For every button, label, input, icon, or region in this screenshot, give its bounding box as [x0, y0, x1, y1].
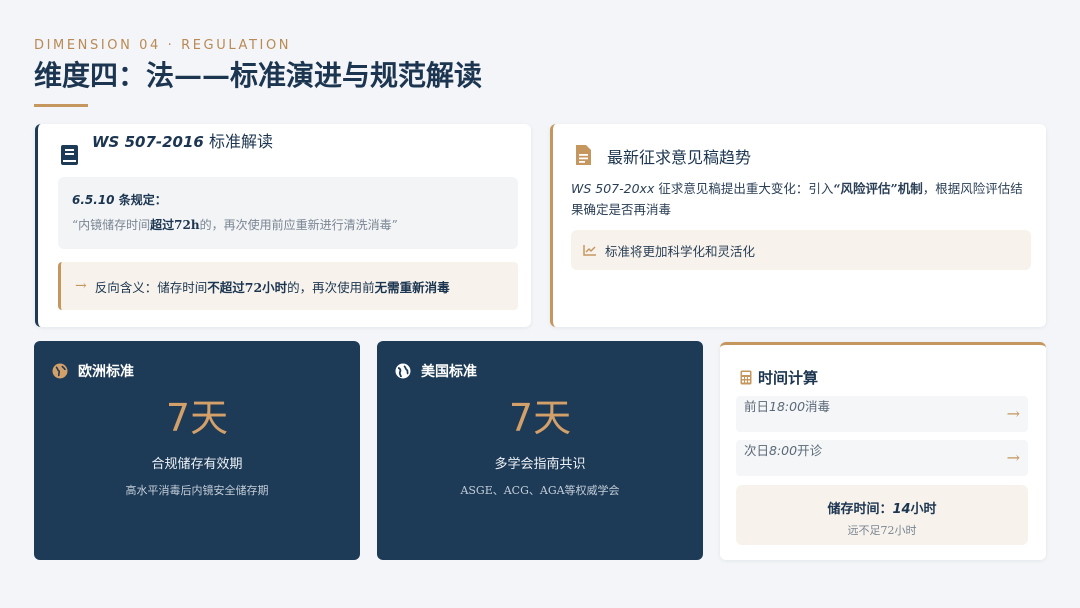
regulation-quote: 6.5.10 条规定： “内镜储存时间超过72h的，再次使用前应重新进行清洗消毒… [58, 177, 518, 249]
globe-icon [52, 363, 68, 379]
calculator-icon [740, 370, 752, 385]
title-underline [34, 104, 88, 107]
document-icon [576, 145, 591, 165]
draft-card-title: 最新征求意见稿趋势 [607, 148, 752, 167]
us-card: 美国标准 7天 多学会指南共识 ASGE、ACG、AGA等权威学会 [377, 341, 703, 560]
storage-time-result: 储存时间：14小时 远不足72小时 [736, 485, 1028, 545]
time-row-label: 前日18:00消毒 [744, 399, 831, 414]
europe-subtitle: 合规储存有效期 [151, 457, 243, 472]
standard-card: WS 507-2016 标准解读 6.5.10 条规定： “内镜储存时间超过72… [35, 124, 531, 327]
us-subtitle: 多学会指南共识 [494, 457, 586, 472]
quote-text: “内镜储存时间超过72h的，再次使用前应重新进行清洗消毒” [72, 218, 398, 232]
europe-value: 7天 [165, 396, 229, 440]
us-card-header: 美国标准 [395, 361, 477, 381]
globe-americas-icon [395, 363, 411, 379]
standard-card-title: WS 507-2016 标准解读 [92, 132, 273, 151]
time-calc-card: 时间计算 前日18:00消毒 → 次日8:00开诊 → 储存时间：14小时 远不… [720, 342, 1046, 560]
europe-card-title: 欧洲标准 [78, 364, 134, 380]
time-calc-title: 时间计算 [758, 369, 819, 387]
quote-heading: 6.5.10 条规定： [72, 193, 167, 207]
us-card-title: 美国标准 [421, 364, 477, 380]
europe-card-header: 欧洲标准 [52, 361, 134, 381]
eyebrow: DIMENSION 04 · REGULATION [34, 38, 292, 53]
storage-time-value: 储存时间：14小时 [827, 502, 937, 517]
europe-note: 高水平消毒后内镜安全储存期 [125, 484, 269, 497]
book-icon [61, 145, 78, 165]
chart-line-icon [583, 245, 596, 256]
trend-callout: 标准将更加科学化和灵活化 [571, 230, 1031, 270]
reverse-implication: → 反向含义：储存时间不超过72小时的，再次使用前无需重新消毒 [58, 262, 518, 310]
draft-card-text: WS 507-20xx 征求意见稿提出重大变化：引入“风险评估”机制，根据风险评… [571, 181, 1023, 217]
time-calc-header: 时间计算 [740, 367, 818, 388]
storage-time-note: 远不足72小时 [847, 524, 917, 537]
trend-text: 标准将更加科学化和灵活化 [605, 243, 756, 259]
time-row-label: 次日8:00开诊 [744, 443, 823, 458]
draft-card: 最新征求意见稿趋势 WS 507-20xx 征求意见稿提出重大变化：引入“风险评… [550, 124, 1046, 327]
page-title: 维度四：法——标准演进与规范解读 [34, 59, 483, 92]
us-note: ASGE、ACG、AGA等权威学会 [460, 484, 620, 497]
us-value: 7天 [508, 396, 572, 440]
arrow-right-icon: → [1006, 448, 1020, 467]
arrow-right-icon: → [1006, 404, 1020, 423]
time-row-open: 次日8:00开诊 → [736, 440, 1028, 476]
implication-text: 反向含义：储存时间不超过72小时的，再次使用前无需重新消毒 [94, 279, 450, 295]
time-row-disinfect: 前日18:00消毒 → [736, 396, 1028, 432]
arrow-right-icon: → [75, 278, 87, 294]
europe-card: 欧洲标准 7天 合规储存有效期 高水平消毒后内镜安全储存期 [34, 341, 360, 560]
